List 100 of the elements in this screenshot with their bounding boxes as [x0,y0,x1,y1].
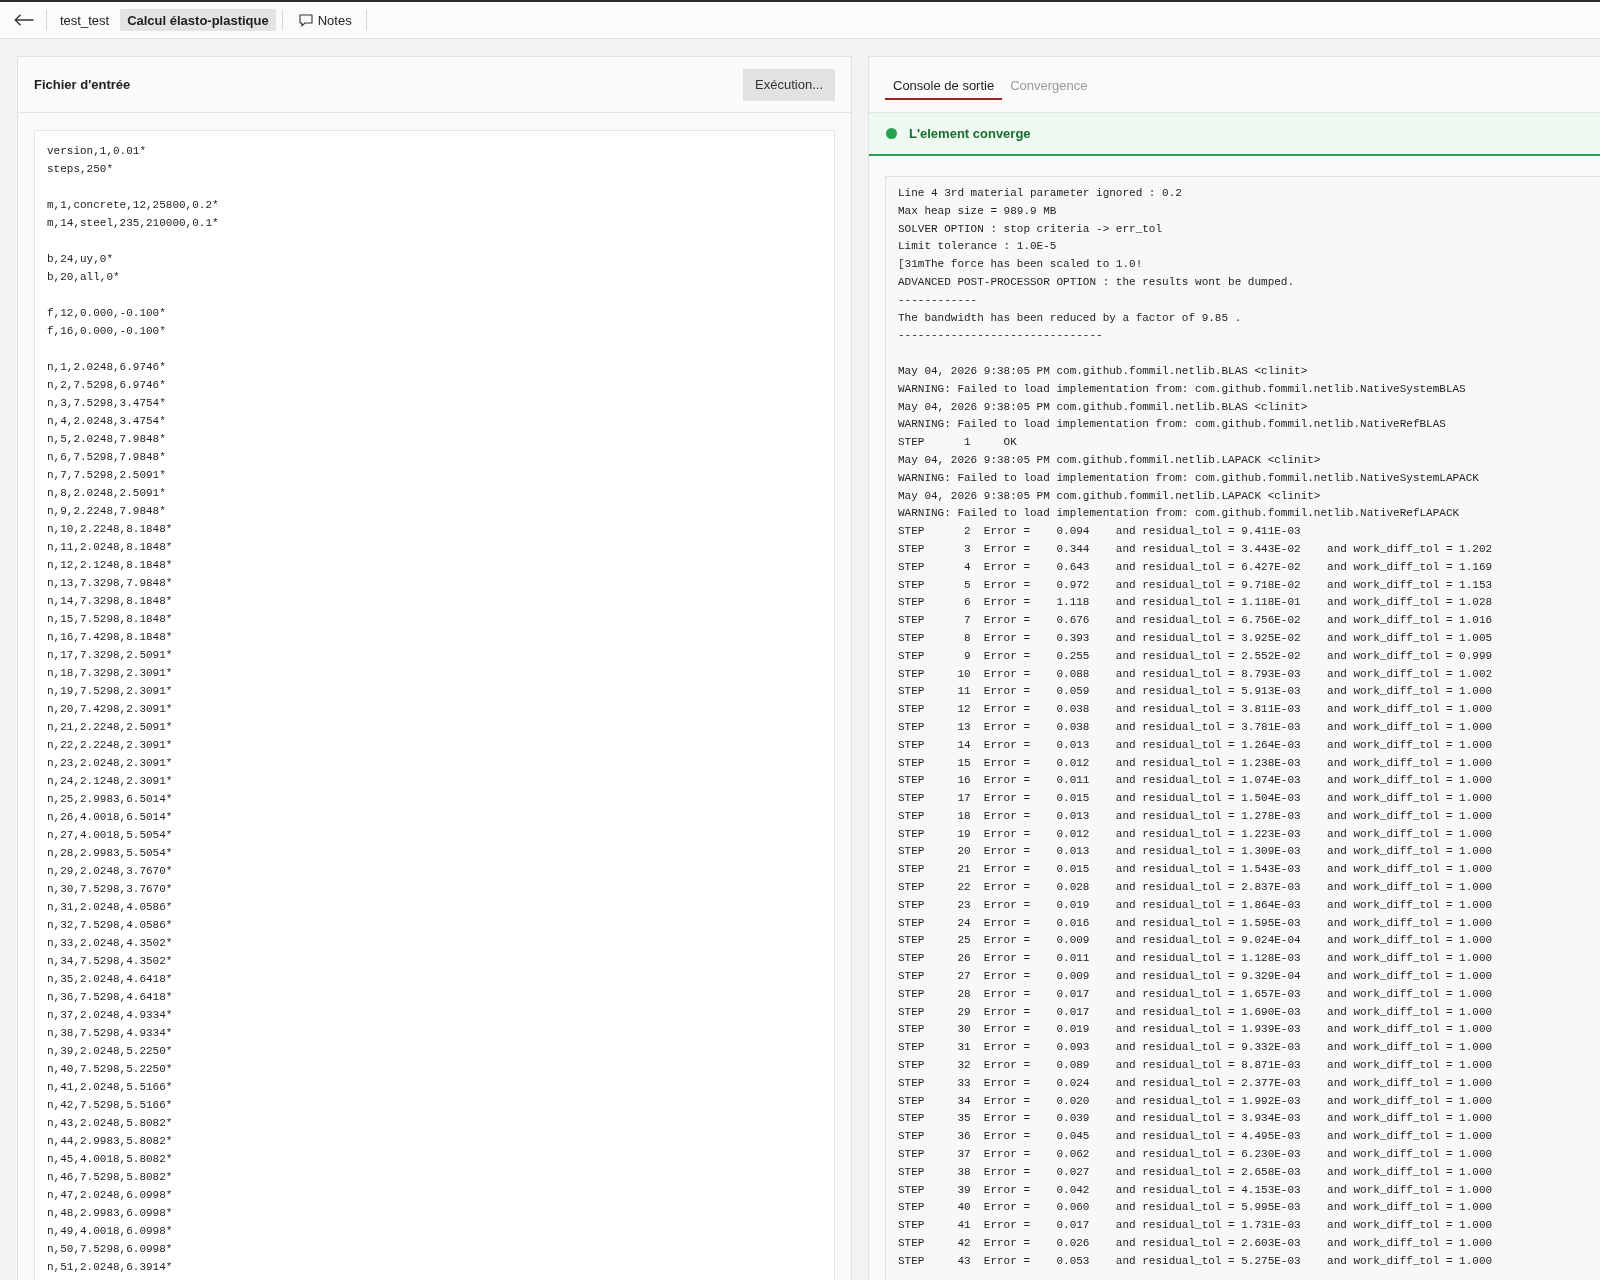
console-line: STEP 8 Error = 0.393 and residual_tol = 3.925E-02 and work_diff_tol = 1.005 [898,630,1493,646]
code-line: n,23,2.0248,2.3091* [47,756,173,771]
code-line: n,43,2.0248,5.8082* [47,1116,173,1131]
code-line: n,46,7.5298,5.8082* [47,1170,173,1185]
console-line: STEP 40 Error = 0.060 and residual_tol = 5.995E-03 and work_diff_tol = 1.000 [898,1200,1493,1216]
console-line: Limit tolerance : 1.0E-5 [898,239,1057,255]
console-line: STEP 30 Error = 0.019 and residual_tol = 1.939E-03 and work_diff_tol = 1.000 [898,1022,1493,1038]
console-line: WARNING: Failed to load implementation from: com.github.fommil.netlib.NativeSystemLAPACK [898,470,1479,486]
code-line: f,12,0.000,-0.100* [47,306,166,321]
code-line: n,35,2.0248,4.6418* [47,972,173,987]
code-line: n,33,2.0248,4.3502* [47,936,173,951]
code-line: n,39,2.0248,5.2250* [47,1044,173,1059]
console-line: Max heap size = 989.9 MB [898,203,1057,219]
header-tab[interactable]: test_test [53,9,117,31]
console-line: STEP 7 Error = 0.676 and residual_tol = 6.756E-02 and work_diff_tol = 1.016 [898,613,1493,629]
code-line: n,2,7.5298,6.9746* [47,378,166,393]
code-line: n,42,7.5298,5.5166* [47,1098,173,1113]
execute-button[interactable]: Exécution... [743,68,835,101]
code-line: n,27,4.0018,5.5054* [47,828,173,843]
console-line: ------------ [898,292,978,308]
console-line: STEP 34 Error = 0.020 and residual_tol = 1.992E-03 and work_diff_tol = 1.000 [898,1093,1493,1109]
console-line: STEP 32 Error = 0.089 and residual_tol = 8.871E-03 and work_diff_tol = 1.000 [898,1058,1493,1074]
console-line: STEP 6 Error = 1.118 and residual_tol = 1.118E-01 and work_diff_tol = 1.028 [898,595,1493,611]
code-line: n,29,2.0248,3.7670* [47,864,173,879]
console-line: STEP 26 Error = 0.011 and residual_tol = 1.128E-03 and work_diff_tol = 1.000 [898,951,1493,967]
console-line: STEP 31 Error = 0.093 and residual_tol = 9.332E-03 and work_diff_tol = 1.000 [898,1040,1493,1056]
code-line: b,24,uy,0* [47,252,113,267]
code-line: n,25,2.9983,6.5014* [47,792,173,807]
console-line: STEP 1 OK [898,435,1017,451]
code-line: n,1,2.0248,6.9746* [47,360,166,375]
code-line: n,7,7.5298,2.5091* [47,468,166,483]
panel-title: Fichier d'entrée [34,77,131,92]
console-line: STEP 13 Error = 0.038 and residual_tol = 3.781E-03 and work_diff_tol = 1.000 [898,719,1493,735]
code-line: n,17,7.3298,2.5091* [47,648,173,663]
code-line: n,4,2.0248,3.4754* [47,414,166,429]
code-line: n,8,2.0248,2.5091* [47,486,166,501]
code-line: m,1,concrete,12,25800,0.2* [47,198,219,213]
code-line: f,16,0.000,-0.100* [47,324,166,339]
notes-button[interactable]: Notes [286,9,362,31]
code-line: n,37,2.0248,4.9334* [47,1008,173,1023]
console-line: STEP 36 Error = 0.045 and residual_tol = 4.495E-03 and work_diff_tol = 1.000 [898,1129,1493,1145]
console-line: May 04, 2026 9:38:05 PM com.github.fommil.netlib.LAPACK <clinit> [898,452,1321,468]
code-line: m,14,steel,235,210000,0.1* [47,216,219,231]
console-line: STEP 43 Error = 0.053 and residual_tol = 5.275E-03 and work_diff_tol = 1.000 [898,1253,1493,1269]
console-line: STEP 10 Error = 0.088 and residual_tol = 8.793E-03 and work_diff_tol = 1.002 [898,666,1493,682]
console-line: STEP 16 Error = 0.011 and residual_tol = 1.074E-03 and work_diff_tol = 1.000 [898,773,1493,789]
console-line: STEP 18 Error = 0.013 and residual_tol = 1.278E-03 and work_diff_tol = 1.000 [898,808,1493,824]
code-line: n,26,4.0018,6.5014* [47,810,173,825]
console-line: STEP 42 Error = 0.026 and residual_tol = 2.603E-03 and work_diff_tol = 1.000 [898,1236,1493,1251]
code-line: n,51,2.0248,6.3914* [47,1260,173,1275]
code-line: n,28,2.9983,5.5054* [47,846,173,861]
code-line: n,45,4.0018,5.8082* [47,1152,173,1167]
status-message: L'element converge [909,126,1031,141]
header-tab[interactable]: Calcul élasto-plastique [120,9,276,31]
console-line: STEP 4 Error = 0.643 and residual_tol = 6.427E-02 and work_diff_tol = 1.169 [898,559,1493,575]
code-line: n,38,7.5298,4.9334* [47,1026,173,1041]
console-line: May 04, 2026 9:38:05 PM com.github.fommil.netlib.BLAS <clinit> [898,363,1308,379]
console-line: STEP 25 Error = 0.009 and residual_tol = 9.024E-04 and work_diff_tol = 1.000 [898,933,1493,949]
code-line: n,11,2.0248,8.1848* [47,540,173,555]
console-line: STEP 9 Error = 0.255 and residual_tol = 2.552E-02 and work_diff_tol = 0.999 [898,648,1493,664]
console-line: WARNING: Failed to load implementation from: com.github.fommil.netlib.NativeRefLAPACK [898,506,1460,522]
panel-tab[interactable]: Console de sortie [885,72,1003,100]
code-line: n,5,2.0248,7.9848* [47,432,166,447]
console-line: STEP 14 Error = 0.013 and residual_tol = 1.264E-03 and work_diff_tol = 1.000 [898,737,1493,753]
console-line: SOLVER OPTION : stop criteria -> err_tol [898,221,1163,237]
code-line: n,50,7.5298,6.0998* [47,1242,173,1257]
console-line: STEP 23 Error = 0.019 and residual_tol = 1.864E-03 and work_diff_tol = 1.000 [898,897,1493,913]
comment-icon [298,13,313,27]
code-line: n,30,7.5298,3.7670* [47,882,173,897]
console-line: May 04, 2026 9:38:05 PM com.github.fommil.netlib.BLAS <clinit> [898,399,1308,415]
code-line: n,32,7.5298,4.0586* [47,918,173,933]
code-line: n,9,2.2248,7.9848* [47,504,166,519]
code-line: n,16,7.4298,8.1848* [47,630,173,645]
console-line: STEP 24 Error = 0.016 and residual_tol = 1.595E-03 and work_diff_tol = 1.000 [898,915,1493,931]
code-line: n,49,4.0018,6.0998* [47,1224,173,1239]
code-line: n,22,2.2248,2.3091* [47,738,173,753]
console-line: STEP 2 Error = 0.094 and residual_tol = 9.411E-03 [898,524,1301,540]
console-line: STEP 37 Error = 0.062 and residual_tol = 6.230E-03 and work_diff_tol = 1.000 [898,1147,1493,1163]
code-line: n,20,7.4298,2.3091* [47,702,173,717]
console-line: STEP 3 Error = 0.344 and residual_tol = 3.443E-02 and work_diff_tol = 1.202 [898,541,1493,557]
code-line: n,48,2.9983,6.0998* [47,1206,173,1221]
code-line: n,6,7.5298,7.9848* [47,450,166,465]
code-line: n,18,7.3298,2.3091* [47,666,173,681]
code-line: n,44,2.9983,5.8082* [47,1134,173,1149]
back-arrow-icon[interactable] [14,14,34,26]
console-line: STEP 5 Error = 0.972 and residual_tol = 9.718E-02 and work_diff_tol = 1.153 [898,577,1493,593]
code-line: steps,250* [47,162,113,177]
code-line: n,10,2.2248,8.1848* [47,522,173,537]
console-line: WARNING: Failed to load implementation from: com.github.fommil.netlib.NativeSystemBLAS [898,381,1466,397]
code-line: n,40,7.5298,5.2250* [47,1062,173,1077]
console-line: STEP 38 Error = 0.027 and residual_tol = 2.658E-03 and work_diff_tol = 1.000 [898,1164,1493,1180]
console-line: STEP 35 Error = 0.039 and residual_tol = 3.934E-03 and work_diff_tol = 1.000 [898,1111,1493,1127]
console-line: STEP 27 Error = 0.009 and residual_tol = 9.329E-04 and work_diff_tol = 1.000 [898,969,1493,985]
console-line: STEP 28 Error = 0.017 and residual_tol = 1.657E-03 and work_diff_tol = 1.000 [898,986,1493,1002]
code-line: n,24,2.1248,2.3091* [47,774,173,789]
console-line: STEP 19 Error = 0.012 and residual_tol = 1.223E-03 and work_diff_tol = 1.000 [898,826,1493,842]
console-line: STEP 22 Error = 0.028 and residual_tol = 2.837E-03 and work_diff_tol = 1.000 [898,880,1493,896]
code-line: b,20,all,0* [47,270,120,285]
console-line: STEP 17 Error = 0.015 and residual_tol = 1.504E-03 and work_diff_tol = 1.000 [898,791,1493,807]
code-line: n,12,2.1248,8.1848* [47,558,173,573]
